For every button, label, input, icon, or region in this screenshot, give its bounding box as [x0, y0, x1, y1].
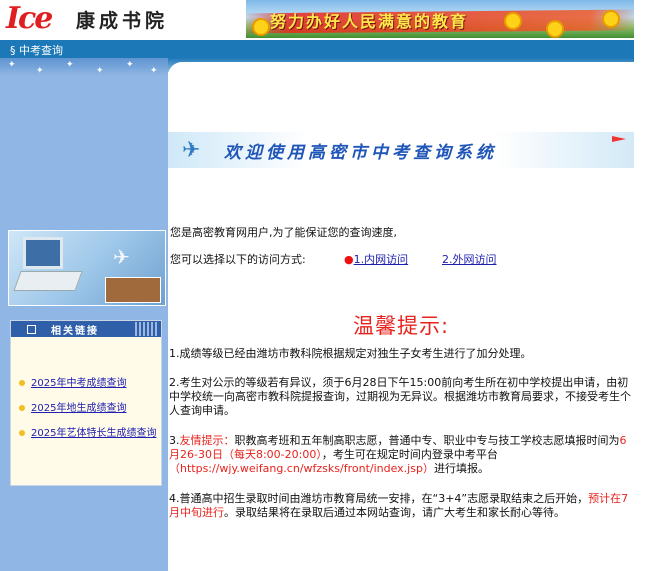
flag-icon	[612, 136, 626, 142]
notice-3: 3.友情提示：职教高考班和五年制高职志愿，普通中专、职业中专与技工学校志愿填报时…	[169, 434, 631, 476]
square-icon	[27, 325, 36, 334]
star-icon: ✦	[96, 66, 104, 76]
star-icon: ✦	[66, 60, 74, 70]
notice-3-text: 职教高考班和五年制高职志愿，普通中专、职业中专与技工学校志愿填报时间为	[234, 434, 620, 447]
notice-1: 1.成绩等级已经由潍坊市教科院根据规定对独生子女考生进行了加分处理。	[169, 347, 532, 360]
airplane-icon: ✈	[182, 138, 201, 163]
notice-3-highlight-label: 友情提示：	[179, 434, 235, 447]
keyboard-icon	[13, 271, 83, 291]
sidebar-sky: ✦ ✦ ✦ ✦ ✦ ✦	[0, 58, 168, 76]
extranet-access-link[interactable]: 2.外网访问	[442, 253, 497, 266]
banner-slogan: 努力办好人民满意的教育	[270, 12, 469, 31]
bullet-icon	[19, 405, 25, 411]
technology-image: ✈	[8, 230, 166, 306]
related-links-title: 相关链接	[51, 326, 99, 337]
bullet-icon	[19, 430, 25, 436]
notice-3-text-2: ，考生可在规定时间内登录中考平台	[321, 448, 498, 461]
top-decor-wave	[168, 62, 634, 76]
star-icon: ✦	[36, 66, 44, 76]
airplane-icon: ✈	[113, 245, 130, 269]
welcome-title: 欢迎使用高密市中考查询系统	[224, 143, 497, 163]
site-name: 康成书院	[76, 10, 169, 32]
nav-bar: § 中考查询	[0, 40, 634, 58]
red-dot-icon: ●	[344, 253, 354, 266]
access-option-extranet[interactable]: 2.外网访问	[442, 251, 497, 267]
intranet-access-link[interactable]: 1.内网访问	[354, 253, 409, 266]
photo-thumbnail	[105, 277, 161, 303]
notice-2: 2.考生对公示的等级若有异议，须于6月28日下午15:00前向考生所在初中学校提…	[169, 376, 631, 417]
slogan-banner: 努力办好人民满意的教育	[246, 0, 634, 38]
intro-text-line2: 您可以选择以下的访问方式:	[170, 253, 306, 266]
bullet-icon	[19, 380, 25, 386]
site-logo: Ice	[6, 1, 53, 36]
notice-4-text: 4.普通高中招生录取时间由潍坊市教育局统一安排，在“3+4”志愿录取结束之后开始…	[169, 492, 589, 505]
link-arts-sports-scores[interactable]: 2025年艺体特长生成绩查询	[31, 428, 159, 440]
star-icon: ✦	[126, 60, 134, 70]
related-links-box: 相关链接 2025年中考成绩查询 2025年地生成绩查询 2025年艺体特长生成…	[10, 320, 162, 486]
intro-text-line1: 您是高密教育网用户,为了能保证您的查询速度,	[170, 226, 397, 239]
notice-4: 4.普通高中招生录取时间由潍坊市教育局统一安排，在“3+4”志愿录取结束之后开始…	[169, 492, 631, 520]
notice-3-prefix: 3.	[169, 434, 180, 447]
notice-3-text-3: 进行填报。	[433, 462, 489, 475]
tips-heading: 温馨提示:	[352, 314, 450, 338]
site-header: Ice 康成书院 努力办好人民满意的教育	[0, 0, 650, 40]
welcome-banner: ✈ 欢迎使用高密市中考查询系统	[168, 132, 634, 168]
flower-icon	[546, 20, 564, 38]
left-sidebar: ✦ ✦ ✦ ✦ ✦ ✦ ✈ 相关链接 2025年中考成绩查询 2025年地生成绩…	[0, 58, 168, 571]
notice-4-text-2: 。录取结果将在录取后通过本网站查询，请广大考生和家长耐心等待。	[224, 506, 565, 519]
flower-icon	[602, 10, 620, 28]
link-geo-bio-scores[interactable]: 2025年地生成绩查询	[31, 403, 159, 415]
related-links-header: 相关链接	[11, 321, 161, 337]
flower-icon	[252, 18, 270, 36]
computer-monitor-icon	[23, 237, 63, 269]
star-icon: ✦	[150, 66, 158, 76]
grid-pattern-icon	[135, 322, 159, 336]
notice-3-url: （https://wjy.weifang.cn/wfzsks/front/ind…	[169, 462, 434, 475]
link-exam-scores[interactable]: 2025年中考成绩查询	[31, 378, 159, 390]
access-option-intranet[interactable]: ●1.内网访问	[344, 251, 408, 267]
flower-icon	[504, 12, 522, 30]
star-icon: ✦	[8, 60, 16, 70]
section-label: § 中考查询	[10, 44, 63, 57]
